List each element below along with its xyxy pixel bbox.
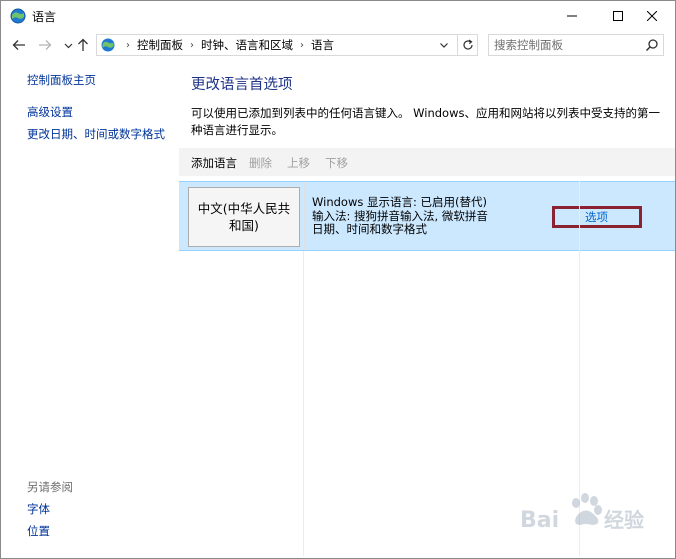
arrow-right-icon bbox=[39, 40, 52, 50]
options-link[interactable]: 选项 bbox=[585, 209, 608, 225]
move-down-button[interactable]: 下移 bbox=[325, 155, 348, 171]
svg-text:Bai: Bai bbox=[520, 508, 559, 533]
divider bbox=[304, 182, 305, 250]
breadcrumb-separator-icon[interactable]: › bbox=[300, 40, 304, 51]
search-input[interactable] bbox=[494, 37, 634, 53]
breadcrumb-separator-icon[interactable]: › bbox=[190, 40, 194, 51]
input-methods: 输入法: 搜狗拼音输入法, 微软拼音 bbox=[312, 208, 488, 223]
forward-button[interactable] bbox=[37, 37, 53, 53]
fonts-link[interactable]: 字体 bbox=[27, 501, 50, 517]
title-bar[interactable]: 语言 bbox=[1, 1, 675, 31]
breadcrumb-clock-language-region[interactable]: 时钟、语言和区域 bbox=[201, 37, 293, 53]
address-bar[interactable]: › 控制面板 › 时钟、语言和区域 › 语言 bbox=[96, 34, 458, 56]
add-language-button[interactable]: 添加语言 bbox=[191, 155, 237, 171]
language-toolbar: 添加语言 删除 上移 下移 bbox=[179, 148, 675, 176]
breadcrumb-language[interactable]: 语言 bbox=[311, 37, 334, 53]
language-app-icon bbox=[10, 8, 26, 24]
close-button[interactable] bbox=[629, 1, 675, 31]
move-up-button[interactable]: 上移 bbox=[287, 155, 310, 171]
control-panel-home-link[interactable]: 控制面板主页 bbox=[27, 72, 96, 88]
arrow-left-icon bbox=[12, 40, 25, 50]
breadcrumb-control-panel[interactable]: 控制面板 bbox=[137, 37, 183, 53]
arrow-up-icon bbox=[78, 38, 88, 51]
language-details: Windows 显示语言: 已启用(替代) 输入法: 搜狗拼音输入法, 微软拼音… bbox=[312, 195, 488, 237]
breadcrumb: › 控制面板 › 时钟、语言和区域 › 语言 bbox=[119, 35, 334, 55]
page-description: 可以使用已添加到列表中的任何语言键入。 Windows、应用和网站将以列表中受支… bbox=[191, 106, 660, 137]
language-list-item[interactable]: 中文(中华人民共和国) Windows 显示语言: 已启用(替代) 输入法: 搜… bbox=[179, 181, 675, 251]
breadcrumb-separator-icon: › bbox=[126, 39, 130, 51]
see-also-heading: 另请参阅 bbox=[27, 480, 73, 494]
language-location-icon bbox=[101, 38, 115, 52]
date-time-format-label: 日期、时间和数字格式 bbox=[312, 222, 427, 236]
window-title: 语言 bbox=[32, 10, 57, 24]
recent-locations-button[interactable] bbox=[60, 37, 76, 53]
refresh-button[interactable] bbox=[458, 34, 478, 56]
navigation-bar: › 控制面板 › 时钟、语言和区域 › 语言 bbox=[1, 31, 675, 59]
minimize-button[interactable] bbox=[549, 1, 595, 31]
up-button[interactable] bbox=[75, 37, 91, 53]
language-window: 语言 › 控制面板 › 时钟、语言和区域 › 语言 搜索控制面板 控制面板主页 … bbox=[0, 0, 676, 559]
refresh-icon bbox=[462, 39, 473, 50]
close-icon bbox=[647, 11, 657, 21]
search-box[interactable] bbox=[488, 34, 664, 56]
chevron-down-icon bbox=[64, 43, 72, 48]
column-guide bbox=[303, 251, 304, 556]
remove-language-button[interactable]: 删除 bbox=[249, 155, 272, 171]
display-language-status: Windows 显示语言: 已启用(替代) bbox=[312, 195, 487, 209]
chevron-down-icon bbox=[440, 43, 448, 48]
language-tile[interactable]: 中文(中华人民共和国) bbox=[188, 187, 300, 247]
minimize-icon bbox=[567, 15, 577, 17]
advanced-settings-link[interactable]: 高级设置 bbox=[27, 104, 73, 120]
maximize-icon bbox=[613, 11, 623, 21]
location-link[interactable]: 位置 bbox=[27, 523, 50, 539]
search-icon[interactable] bbox=[645, 38, 659, 52]
svg-text:经验: 经验 bbox=[604, 508, 644, 532]
page-title: 更改语言首选项 bbox=[191, 77, 293, 93]
address-dropdown-button[interactable] bbox=[437, 38, 451, 52]
baidu-watermark-logo: Bai 经验 bbox=[520, 493, 644, 533]
back-button[interactable] bbox=[11, 37, 27, 53]
change-date-time-format-link[interactable]: 更改日期、时间或数字格式 bbox=[27, 126, 165, 142]
